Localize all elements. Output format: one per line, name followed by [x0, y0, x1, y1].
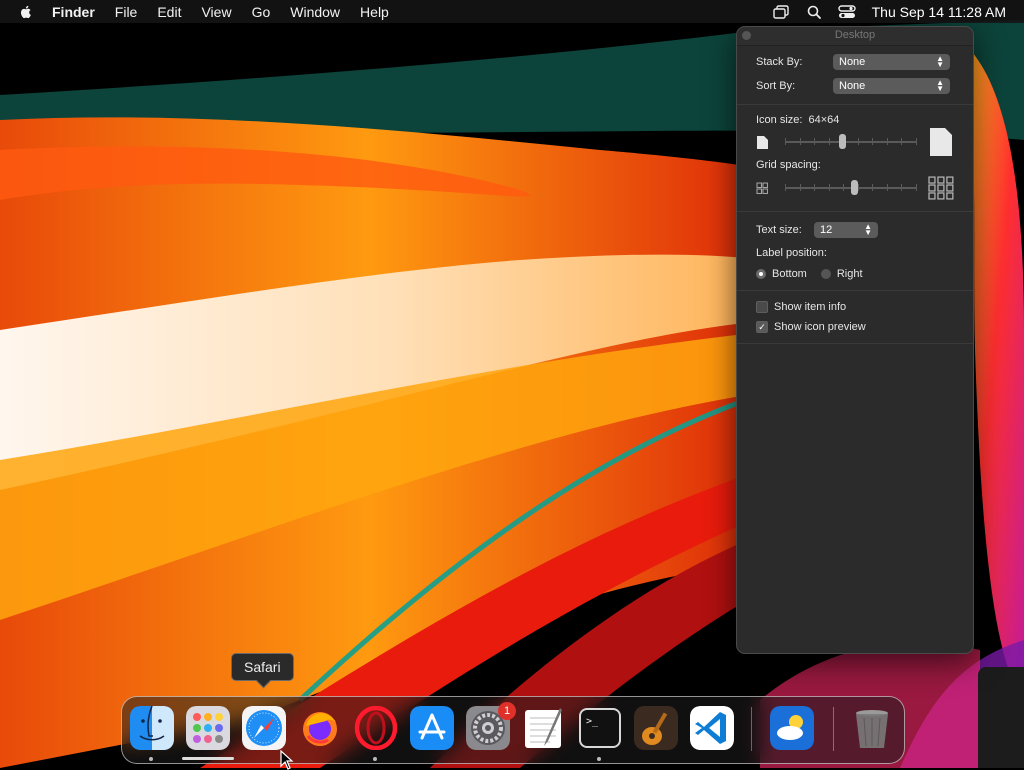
slider-tick [887, 138, 888, 145]
radio-right-label[interactable]: Right [837, 268, 863, 280]
slider-tick [871, 184, 873, 191]
finder-icon[interactable] [130, 706, 174, 750]
popup-arrows-icon: ▲ ▼ [936, 54, 944, 69]
slider-tick [900, 184, 902, 191]
dock-separator [751, 707, 752, 751]
running-indicator [373, 757, 377, 761]
text-size-value: 12 [820, 224, 833, 236]
stack-by-label: Stack By: [756, 56, 803, 68]
screen-mirroring-icon[interactable] [772, 4, 790, 20]
icon-size-slider[interactable] [785, 134, 917, 149]
textedit-icon[interactable] [522, 706, 566, 750]
stack-by-popup[interactable]: None ▲ ▼ [833, 54, 950, 70]
popup-arrows-icon: ▲ ▼ [936, 78, 944, 93]
sort-by-value: None [839, 80, 866, 92]
arrange-section: Stack By: None ▲ ▼ Sort By: None ▲ ▼ [737, 46, 973, 105]
slider-tick [799, 184, 801, 191]
show-item-info-label[interactable]: Show item info [774, 301, 846, 313]
window-title: Desktop [834, 29, 876, 41]
size-section: Icon size: 64×64 Grid spacing: [737, 105, 973, 212]
opera-icon[interactable] [354, 706, 398, 750]
garageband-icon[interactable] [634, 706, 678, 750]
dock-separator [833, 707, 834, 751]
slider-tick [857, 184, 859, 191]
running-indicator [149, 757, 153, 761]
slider-tick [858, 138, 859, 145]
radio-right[interactable] [820, 269, 831, 279]
text-size-popup[interactable]: 12 ▲ ▼ [814, 222, 878, 238]
icon-size-value: 64×64 [808, 114, 840, 126]
menu-bar: Finder File Edit View Go Window Help Thu… [0, 0, 1024, 23]
apple-icon[interactable] [18, 4, 34, 20]
menubar-clock[interactable]: Thu Sep 14 11:28 AM [872, 4, 1006, 20]
firefox-icon[interactable] [298, 706, 342, 750]
sort-by-label: Sort By: [756, 80, 796, 92]
sort-by-popup[interactable]: None ▲ ▼ [833, 78, 950, 94]
menu-edit[interactable]: Edit [157, 4, 181, 20]
notification-badge: 1 [498, 702, 516, 720]
radio-bottom[interactable] [756, 269, 766, 279]
slider-tick [784, 184, 786, 191]
large-grid-icon [928, 176, 954, 200]
hidden-widget-edge [978, 667, 1024, 768]
slider-tick [901, 138, 902, 145]
menu-app-finder[interactable]: Finder [52, 4, 95, 20]
slider-tick [800, 138, 801, 145]
label-position-radio-group: Bottom Right [756, 264, 954, 284]
slider-tick [828, 184, 830, 191]
launchpad-icon[interactable] [186, 706, 230, 750]
running-indicator [597, 757, 601, 761]
dock-tooltip: Safari [231, 653, 294, 681]
grid-spacing-label: Grid spacing: [756, 159, 821, 171]
small-grid-icon [756, 182, 768, 194]
spotlight-search-icon[interactable] [805, 4, 823, 20]
control-center-icon[interactable] [837, 4, 856, 20]
menu-go[interactable]: Go [252, 4, 271, 20]
show-icon-preview-checkbox[interactable]: ✓ [756, 321, 768, 333]
stack-by-value: None [839, 56, 866, 68]
slider-tick [813, 184, 815, 191]
show-item-info-checkbox[interactable] [756, 301, 768, 313]
radio-bottom-label[interactable]: Bottom [772, 268, 807, 280]
app-store-icon[interactable] [410, 706, 454, 750]
svg-text:>_: >_ [586, 716, 599, 727]
grid-spacing-row [756, 173, 954, 203]
dock-scroll-indicator [182, 757, 234, 760]
slider-tick [916, 138, 917, 145]
terminal-icon[interactable]: >_ [578, 706, 622, 750]
menu-window[interactable]: Window [290, 4, 340, 20]
window-title-bar[interactable]: Desktop [737, 27, 973, 46]
slider-tick [886, 184, 888, 191]
grid-spacing-slider[interactable] [784, 180, 917, 195]
slider-tick [814, 138, 815, 145]
popup-arrows-icon: ▲ ▼ [864, 222, 872, 237]
slider-tick [842, 184, 844, 191]
label-position-label: Label position: [756, 247, 827, 259]
text-size-label: Text size: [756, 224, 802, 236]
safari-icon[interactable] [242, 706, 286, 750]
slider-tick [785, 138, 786, 145]
icon-size-label: Icon size: [756, 114, 803, 126]
slider-tick [915, 184, 917, 191]
options-section: Show item info ✓ Show icon preview [737, 291, 973, 344]
slider-tick [829, 138, 830, 145]
icon-size-row [756, 127, 954, 157]
close-button[interactable] [742, 31, 751, 40]
slider-knob[interactable] [839, 134, 846, 149]
large-document-icon [930, 128, 952, 156]
small-document-icon [757, 135, 768, 149]
trash-icon[interactable] [850, 706, 894, 750]
weather-icon[interactable] [770, 706, 814, 750]
label-section: Text size: 12 ▲ ▼ Label position: Bottom … [737, 212, 973, 291]
menu-view[interactable]: View [201, 4, 231, 20]
show-icon-preview-label[interactable]: Show icon preview [774, 321, 866, 333]
desktop-view-options-window: Desktop Stack By: None ▲ ▼ Sort By: None … [736, 26, 974, 654]
mouse-cursor-icon [280, 750, 294, 770]
vscode-icon[interactable] [690, 706, 734, 750]
menu-file[interactable]: File [115, 4, 138, 20]
menu-help[interactable]: Help [360, 4, 389, 20]
slider-tick [872, 138, 873, 145]
slider-knob[interactable] [850, 180, 858, 195]
